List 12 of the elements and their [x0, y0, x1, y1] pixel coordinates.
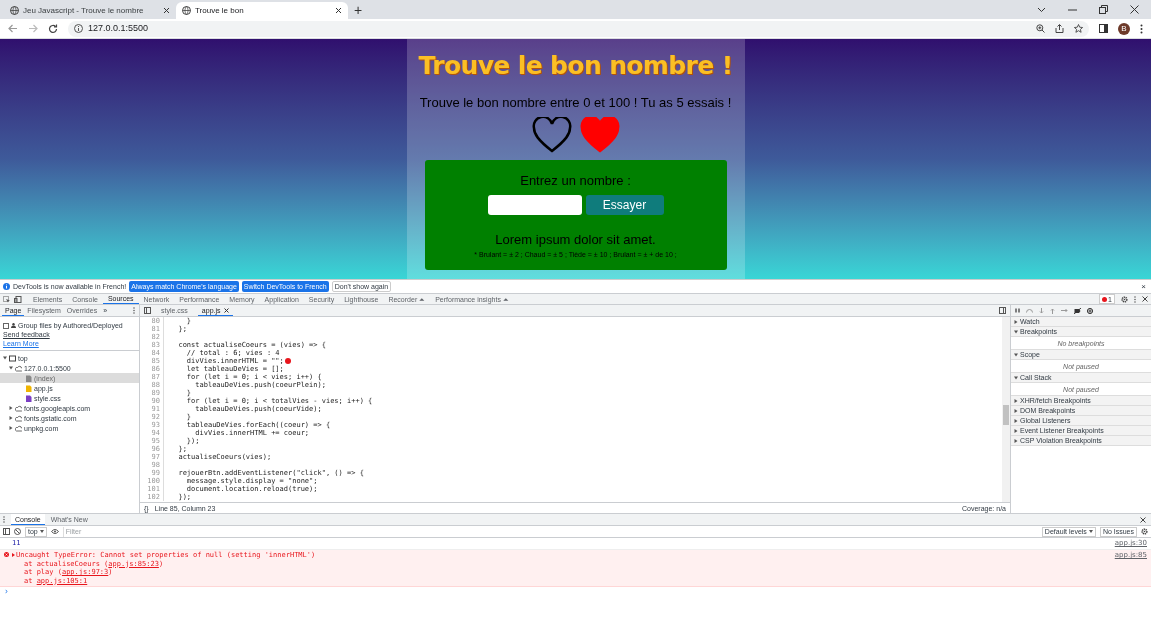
prompt-label: Entrez un nombre : [520, 172, 631, 189]
result-message: Lorem ipsum dolor sit amet. [495, 231, 656, 248]
console-prompt[interactable]: › [4, 587, 9, 596]
new-tab-button[interactable]: + [348, 2, 369, 17]
try-button[interactable]: Essayer [585, 194, 664, 215]
address-field[interactable]: 127.0.0.1:5500 [68, 20, 1089, 37]
profile-avatar[interactable]: B [1118, 22, 1130, 35]
close-button[interactable]: × [1141, 282, 1148, 291]
game-title: Trouve le bon nombre ! [418, 51, 733, 81]
browser-tab[interactable]: Jeu Javascript - Trouve le nombre [4, 2, 176, 19]
browser-tab[interactable]: Trouve le bon [176, 2, 348, 19]
instructions-text: Trouve le bon nombre entre 0 et 100 ! Tu as 5 essais ! [419, 94, 732, 112]
